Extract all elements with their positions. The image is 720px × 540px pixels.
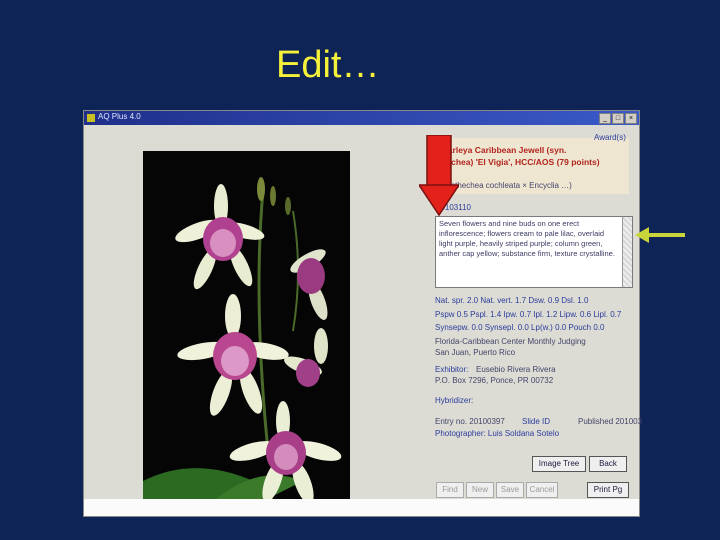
award-name-line2: Seychea) 'El Vigia', HCC/AOS (79 points) [436, 157, 600, 167]
photographer[interactable]: Photographer: Luis Soldana Sotelo [435, 429, 559, 438]
window-titlebar[interactable]: AQ Plus 4.0 _ □ × [84, 111, 639, 125]
slide-id-link[interactable]: Slide ID [522, 417, 550, 426]
published-date: Published 201003 [578, 417, 643, 426]
app-window: AQ Plus 4.0 _ □ × Award(s) Guarleya Cari… [83, 110, 643, 517]
entry-number: Entry no. 20100397 [435, 417, 505, 426]
judging-line1: Florida-Caribbean Center Monthly Judging [435, 337, 586, 346]
judging-line2: San Juan, Puerto Rico [435, 348, 516, 357]
maximize-button[interactable]: □ [612, 113, 624, 124]
image-tree-button[interactable]: Image Tree [532, 456, 586, 472]
cancel-button[interactable]: Cancel [526, 482, 558, 498]
exhibitor-address: P.O. Box 7296, Ponce, PR 00732 [435, 376, 554, 385]
status-strip [84, 499, 639, 516]
new-button[interactable]: New [466, 482, 494, 498]
save-button[interactable]: Save [496, 482, 524, 498]
orchid-photo [143, 151, 350, 511]
exhibitor-label[interactable]: Exhibitor: [435, 365, 468, 374]
description-scrollbar[interactable] [622, 217, 632, 287]
minimize-button[interactable]: _ [599, 113, 611, 124]
slide-title: Edit… [276, 44, 380, 86]
measurements-row2[interactable]: Pspw 0.5 Pspl. 1.4 Ipw. 0.7 Ipl. 1.2 Lip… [435, 310, 621, 319]
green-left-arrow-icon [635, 227, 685, 243]
back-button[interactable]: Back [589, 456, 627, 472]
awards-link[interactable]: Award(s) [594, 133, 626, 142]
app-icon [87, 114, 95, 122]
description-textarea[interactable]: Seven flowers and nine buds on one erect… [435, 216, 633, 288]
window-title: AQ Plus 4.0 [98, 112, 141, 121]
red-down-arrow-icon [419, 135, 459, 217]
window-controls: _ □ × [599, 113, 637, 124]
measurements-row1[interactable]: Nat. spr. 2.0 Nat. vert. 1.7 Dsw. 0.9 Ds… [435, 296, 588, 305]
description-text[interactable]: Seven flowers and nine buds on one erect… [439, 219, 619, 259]
hybridizer-label[interactable]: Hybridizer: [435, 396, 473, 405]
close-button[interactable]: × [625, 113, 637, 124]
exhibitor-name: Eusebio Rivera Rivera [476, 365, 556, 374]
orchid-image [143, 151, 350, 511]
print-page-button[interactable]: Print Pg [587, 482, 629, 498]
find-button[interactable]: Find [436, 482, 464, 498]
measurements-row3[interactable]: Synsepw. 0.0 Synsepl. 0.0 Lp(w.) 0.0 Pou… [435, 323, 604, 332]
